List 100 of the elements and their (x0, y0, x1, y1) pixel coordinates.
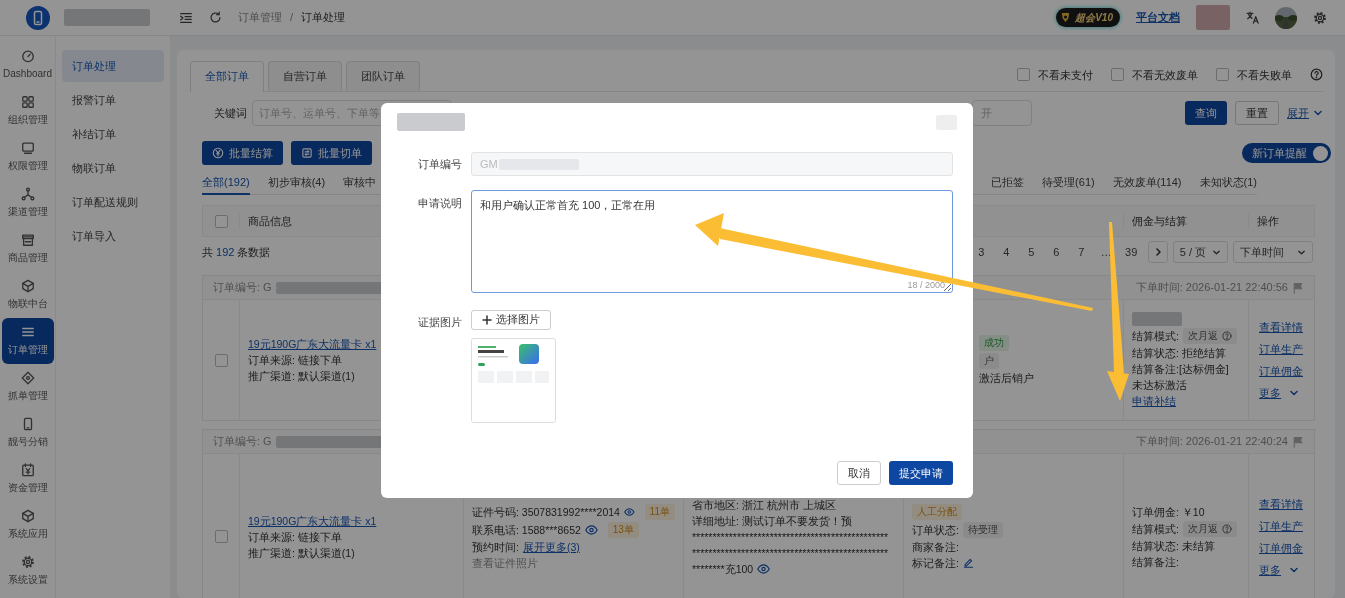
submenu-item[interactable]: 订单导入 (62, 220, 164, 252)
submenu-item[interactable]: 补结订单 (62, 118, 164, 150)
status-tag: 成功 (979, 335, 1009, 351)
settings-icon[interactable] (1313, 10, 1327, 25)
submenu-item[interactable]: 报警订单 (62, 84, 164, 116)
redacted-block (1196, 5, 1230, 30)
help-icon[interactable] (1310, 68, 1323, 82)
tab[interactable]: 自营订单 (268, 61, 342, 91)
vip-label: 超会V10 (1075, 11, 1113, 25)
nav-item[interactable]: 靓号分销 (1, 410, 54, 456)
settings-icon (20, 555, 35, 569)
field-label: 申请说明 (417, 196, 462, 211)
action-link[interactable]: 查看详情 (1259, 320, 1306, 334)
translate-icon[interactable] (1246, 11, 1259, 24)
status-tab[interactable]: 审核中 (343, 171, 377, 195)
field-label: 订单编号 (417, 156, 462, 172)
sort-select[interactable]: 下单时间 (1233, 241, 1313, 263)
nav-item[interactable]: 组织管理 (1, 88, 54, 134)
info-text: 结算备注:[达标佣金] (1132, 362, 1229, 376)
breadcrumb-item[interactable]: 订单管理 (238, 9, 282, 26)
flag-icon[interactable] (1292, 281, 1304, 294)
more-link[interactable]: 更多 (1259, 562, 1306, 577)
batch-action-button[interactable]: 批量切单 (291, 141, 372, 165)
vip-badge[interactable]: 超会V10 (1056, 8, 1120, 27)
eye-icon[interactable] (757, 563, 771, 574)
checkbox[interactable] (1111, 68, 1124, 82)
tag-text: 次月返 (1187, 329, 1218, 343)
nav-item[interactable]: 订单管理 (1, 318, 54, 364)
info-label: 标记备注: (912, 555, 959, 570)
nav-item[interactable]: 抓单管理 (1, 364, 54, 410)
toggle-switch[interactable]: 新订单提醒 (1242, 143, 1331, 163)
checkbox[interactable] (1017, 68, 1030, 82)
eye-icon[interactable] (623, 506, 635, 517)
expand-more-link[interactable]: 展开更多(3) (522, 539, 580, 554)
checkbox[interactable] (1216, 68, 1229, 82)
tab[interactable]: 团队订单 (346, 61, 420, 91)
info-text: 激活后销户 (979, 371, 1034, 385)
expand-link[interactable]: 展开 (1287, 104, 1323, 122)
choose-image-button[interactable]: 选择图片 (471, 309, 551, 330)
breadcrumb-item: 订单处理 (301, 10, 346, 26)
cube-icon (20, 509, 35, 523)
edit-icon[interactable] (962, 557, 974, 568)
submit-button[interactable]: 提交申请 (889, 461, 953, 485)
page-link[interactable]: 39 (1118, 243, 1144, 261)
docs-link[interactable]: 平台文档 (1136, 9, 1180, 26)
nav-item[interactable]: 渠道管理 (1, 180, 54, 226)
eye-icon[interactable] (584, 524, 598, 535)
query-button[interactable]: 查询 (1185, 101, 1227, 125)
submenu-item[interactable]: 订单配送规则 (62, 186, 164, 218)
checkbox[interactable] (214, 353, 228, 367)
page-link[interactable]: 6 (1043, 243, 1069, 261)
flag-icon[interactable] (1292, 435, 1304, 448)
action-link[interactable]: 查看详情 (1259, 496, 1306, 511)
action-link[interactable]: 订单佣金 (1259, 540, 1306, 555)
nav-item[interactable]: Dashboard (1, 42, 54, 88)
batch-action-button[interactable]: 批量结算 (202, 141, 283, 165)
page-link[interactable]: 5 (1018, 243, 1044, 261)
status-tab[interactable]: 待受理(61) (1042, 171, 1095, 195)
column-header: 商品信息 (248, 214, 292, 227)
info-text: 订单来源: 链接下单 (248, 529, 343, 544)
tab[interactable]: 全部订单 (190, 61, 264, 92)
page-link[interactable]: 3 (968, 243, 994, 261)
nav-item[interactable]: 权限管理 (1, 134, 54, 180)
refresh-icon[interactable] (209, 11, 222, 24)
nav-item[interactable]: 商品管理 (1, 226, 54, 272)
page-link[interactable]: 4 (993, 243, 1019, 261)
reset-button[interactable]: 重置 (1235, 101, 1279, 125)
product-link[interactable]: 19元190G广东大流量卡 x1 (248, 513, 455, 528)
record-count: 共 192 条数据 (202, 244, 271, 260)
page-size-select[interactable]: 5 / 页 (1172, 241, 1228, 263)
page-link[interactable]: 7 (1068, 243, 1094, 261)
status-tab[interactable]: 未知状态(1) (1199, 171, 1257, 195)
more-link[interactable]: 更多 (1259, 386, 1306, 400)
chevron-icon (1313, 108, 1323, 118)
order-time: 下单时间: 2026-01-21 22:40:24 (1135, 434, 1288, 450)
action-link[interactable]: 订单生产 (1259, 342, 1306, 356)
nav-item[interactable]: 系统应用 (1, 502, 54, 548)
nav-item[interactable]: 资金管理 (1, 456, 54, 502)
status-tab[interactable]: 已拒签 (991, 171, 1025, 195)
medal-icon (1060, 12, 1072, 23)
field-label: 关键词 (214, 105, 247, 121)
submenu-item[interactable]: 订单处理 (62, 50, 164, 82)
status-tab[interactable]: 无效废单(114) (1112, 171, 1182, 195)
menu-fold-icon[interactable] (179, 10, 193, 25)
nav-item[interactable]: 系统设置 (1, 548, 54, 594)
status-tab[interactable]: 初步审核(4) (267, 171, 326, 195)
checkbox[interactable] (214, 530, 228, 543)
status-tab[interactable]: 全部(192) (202, 171, 250, 195)
network-icon (20, 187, 35, 201)
action-link[interactable]: 订单生产 (1259, 518, 1306, 533)
apply-link[interactable]: 申请补结 (1132, 394, 1176, 408)
next-page-button[interactable] (1147, 241, 1168, 263)
column-header: 佣金与结算 (1132, 214, 1187, 227)
action-link[interactable]: 订单佣金 (1259, 364, 1306, 378)
checkbox[interactable] (214, 214, 228, 228)
page-link[interactable]: … (1093, 243, 1119, 261)
info-text: 证件号码: 3507831992****2014 (472, 504, 620, 519)
cancel-button[interactable]: 取消 (837, 461, 881, 485)
nav-item[interactable]: 物联中台 (1, 272, 54, 318)
submenu-item[interactable]: 物联订单 (62, 152, 164, 184)
